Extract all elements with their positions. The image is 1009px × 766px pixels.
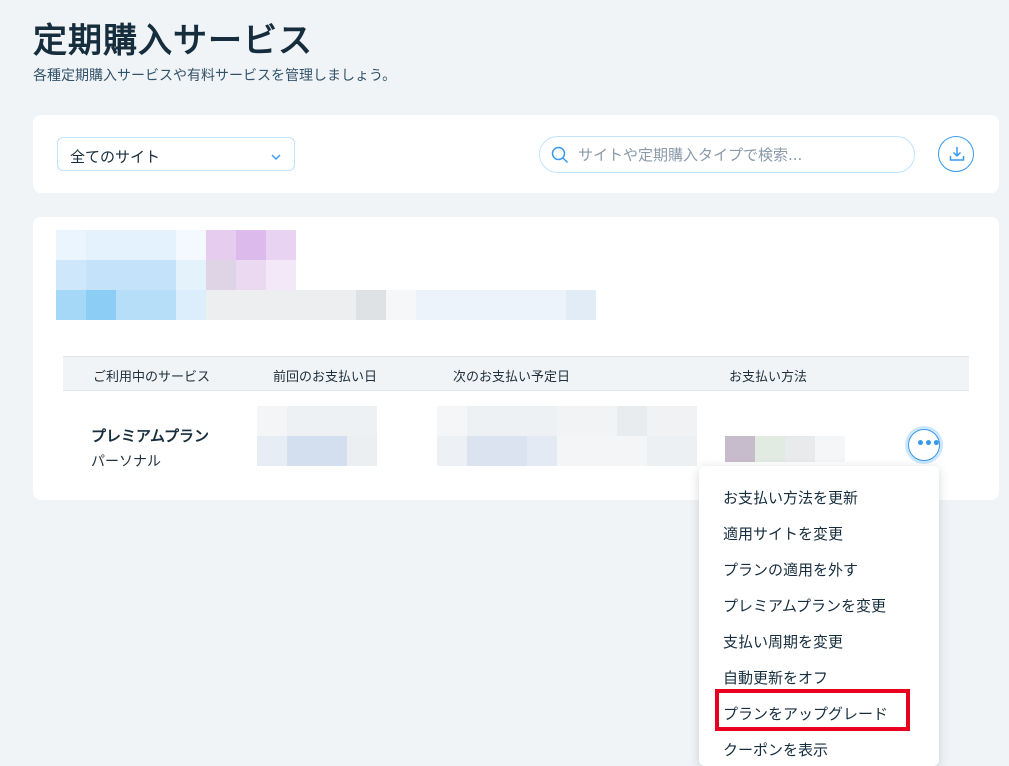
- menu-item-change-billing-cycle[interactable]: 支払い周期を変更: [723, 631, 843, 652]
- search-input[interactable]: [578, 144, 898, 166]
- column-header-service: ご利用中のサービス: [93, 370, 211, 385]
- subscription-card: ご利用中のサービス 前回のお支払い日 次のお支払い予定日 お支払い方法 プレミア…: [33, 217, 999, 500]
- service-name: プレミアムプラン: [91, 427, 210, 445]
- service-type: パーソナル: [91, 454, 161, 470]
- highlight-box: [715, 689, 910, 731]
- menu-item-change-premium-plan[interactable]: プレミアムプランを変更: [723, 595, 886, 616]
- site-select-value: 全てのサイト: [70, 148, 161, 166]
- menu-item-update-payment[interactable]: お支払い方法を更新: [723, 487, 858, 508]
- download-button[interactable]: [938, 136, 974, 172]
- site-select[interactable]: 全てのサイト: [57, 137, 295, 171]
- redacted-last-payment-date: [257, 406, 377, 466]
- column-header-next-payment: 次のお支払い予定日: [453, 370, 571, 385]
- more-icon: •••: [916, 436, 941, 452]
- page-subtitle: 各種定期購入サービスや有料サービスを管理しましょう。: [33, 68, 397, 84]
- table-header: ご利用中のサービス 前回のお支払い日 次のお支払い予定日 お支払い方法: [63, 356, 969, 391]
- menu-item-change-site[interactable]: 適用サイトを変更: [723, 523, 843, 544]
- more-actions-button[interactable]: •••: [908, 429, 941, 461]
- column-header-last-payment: 前回のお支払い日: [273, 370, 378, 385]
- redacted-next-payment-date: [437, 406, 697, 466]
- menu-item-unassign-plan[interactable]: プランの適用を外す: [723, 559, 858, 580]
- chevron-down-icon: [270, 148, 282, 167]
- page-title: 定期購入サービス: [33, 21, 313, 61]
- search-icon: [551, 146, 569, 168]
- filter-card: 全てのサイト: [33, 115, 999, 193]
- menu-item-show-coupon[interactable]: クーポンを表示: [723, 739, 828, 760]
- menu-item-turn-off-auto-renew[interactable]: 自動更新をオフ: [723, 667, 828, 688]
- search-box[interactable]: [539, 136, 915, 173]
- redacted-payment-method: [725, 436, 845, 462]
- redacted-site-info: [56, 230, 596, 320]
- download-icon: [949, 147, 965, 161]
- column-header-payment-method: お支払い方法: [729, 370, 808, 385]
